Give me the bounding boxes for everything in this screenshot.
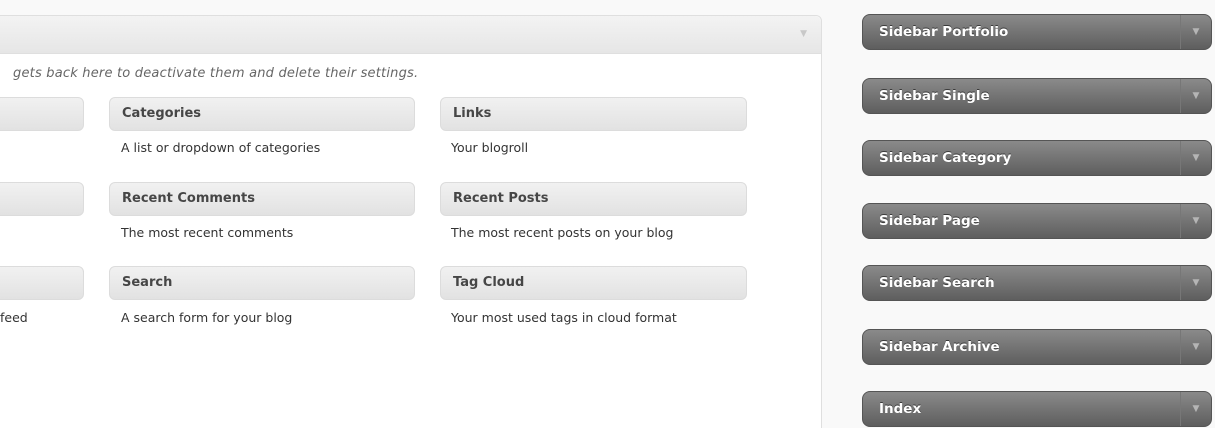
available-widgets-header[interactable]: ▼ xyxy=(0,16,821,54)
widget-title-partial[interactable] xyxy=(0,266,84,300)
triangle-down-icon[interactable]: ▼ xyxy=(1180,266,1211,300)
sidebar-single[interactable]: Sidebar Single ▼ xyxy=(862,78,1212,114)
widget-recent-posts[interactable]: Recent Posts xyxy=(440,182,747,216)
triangle-down-icon[interactable]: ▼ xyxy=(800,29,807,39)
widget-categories-description: A list or dropdown of categories xyxy=(121,140,321,155)
sidebar-label: Sidebar Page xyxy=(879,213,980,229)
widget-description-partial: feed xyxy=(0,310,28,325)
triangle-down-icon[interactable]: ▼ xyxy=(1180,141,1211,175)
widget-tag-cloud-description: Your most used tags in cloud format xyxy=(451,310,677,325)
sidebar-index[interactable]: Index ▼ xyxy=(862,391,1212,427)
widget-search[interactable]: Search xyxy=(109,266,415,300)
widget-links[interactable]: Links xyxy=(440,97,747,131)
triangle-down-icon[interactable]: ▼ xyxy=(1180,15,1211,49)
widget-search-description: A search form for your blog xyxy=(121,310,293,325)
sidebar-label: Sidebar Search xyxy=(879,275,995,291)
triangle-down-icon[interactable]: ▼ xyxy=(1180,204,1211,238)
widget-categories[interactable]: Categories xyxy=(109,97,415,131)
sidebar-label: Sidebar Archive xyxy=(879,339,1000,355)
available-widgets-description: gets back here to deactivate them and de… xyxy=(13,66,419,81)
sidebar-page[interactable]: Sidebar Page ▼ xyxy=(862,203,1212,239)
sidebar-portfolio[interactable]: Sidebar Portfolio ▼ xyxy=(862,14,1212,50)
sidebar-label: Sidebar Portfolio xyxy=(879,24,1009,40)
widget-recent-posts-description: The most recent posts on your blog xyxy=(451,225,674,240)
widget-title-partial[interactable] xyxy=(0,97,84,131)
triangle-down-icon[interactable]: ▼ xyxy=(1180,330,1211,364)
sidebar-label: Sidebar Single xyxy=(879,88,990,104)
widget-tag-cloud[interactable]: Tag Cloud xyxy=(440,266,747,300)
triangle-down-icon[interactable]: ▼ xyxy=(1180,79,1211,113)
sidebar-archive[interactable]: Sidebar Archive ▼ xyxy=(862,329,1212,365)
sidebar-category[interactable]: Sidebar Category ▼ xyxy=(862,140,1212,176)
widgets-screen: ▼ gets back here to deactivate them and … xyxy=(0,0,1215,428)
widget-title-partial[interactable] xyxy=(0,182,84,216)
sidebar-label: Index xyxy=(879,401,922,417)
sidebar-search[interactable]: Sidebar Search ▼ xyxy=(862,265,1212,301)
triangle-down-icon[interactable]: ▼ xyxy=(1180,392,1211,426)
sidebar-label: Sidebar Category xyxy=(879,150,1012,166)
widget-recent-comments-description: The most recent comments xyxy=(121,225,294,240)
widget-links-description: Your blogroll xyxy=(451,140,529,155)
widget-recent-comments[interactable]: Recent Comments xyxy=(109,182,415,216)
